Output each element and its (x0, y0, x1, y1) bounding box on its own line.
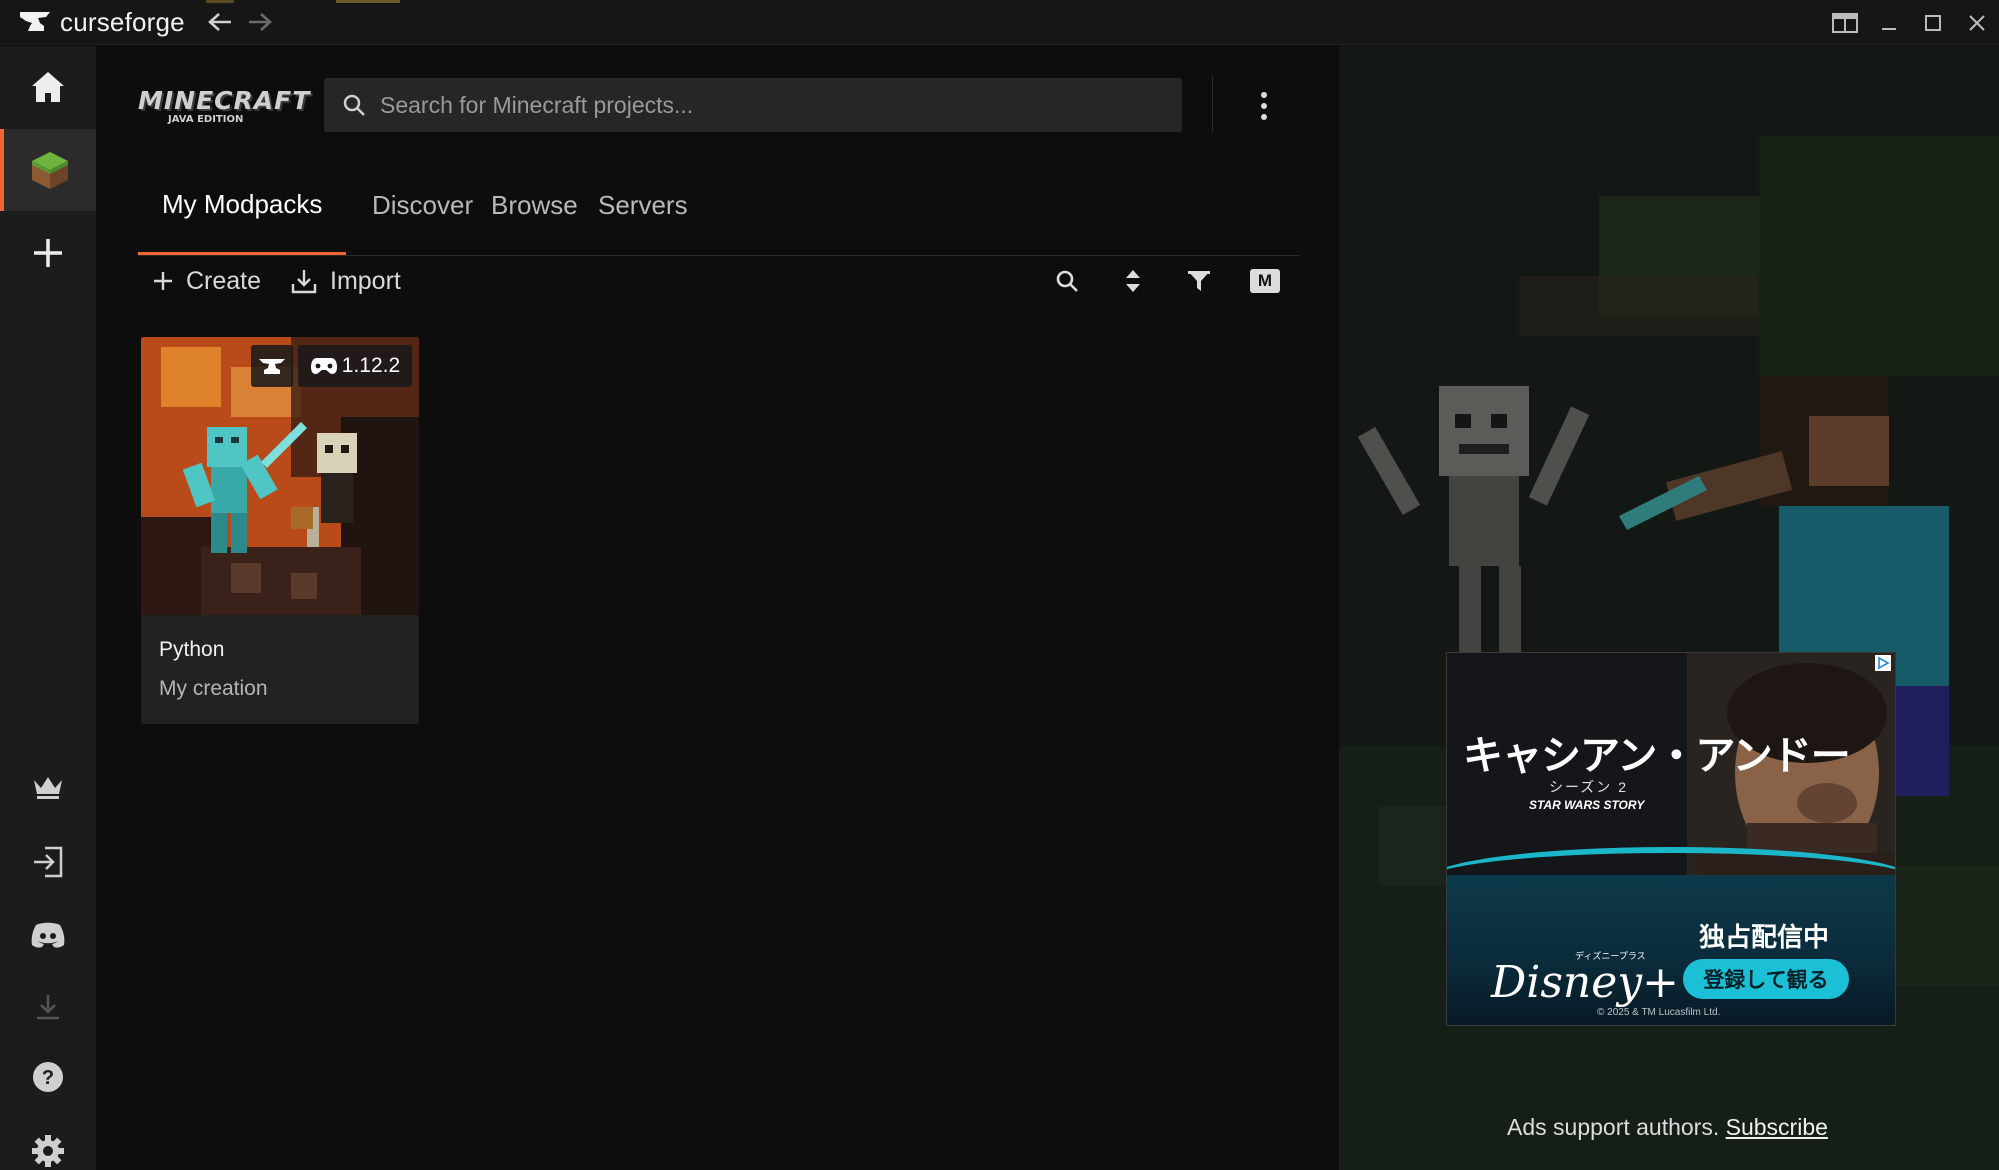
create-button[interactable]: Create (152, 246, 261, 316)
more-vertical-icon (1261, 92, 1267, 120)
window-controls (1823, 0, 1999, 45)
more-options-button[interactable] (1244, 86, 1284, 126)
back-button[interactable] (205, 7, 235, 37)
ad-choices-icon[interactable] (1875, 655, 1891, 671)
game-version: 1.12.2 (341, 354, 401, 377)
home-icon (32, 72, 64, 102)
ad-copyright: © 2025 & TM Lucasfilm Ltd. (1597, 1007, 1721, 1018)
search-icon (343, 94, 365, 116)
close-button[interactable] (1955, 0, 1999, 45)
minimize-icon (1882, 27, 1896, 30)
ad-disney-logo: Disney+ (1491, 957, 1680, 1008)
advertisement[interactable]: キャシアン・アンドー シーズン 2 STAR WARS STORY ディズニープ… (1446, 652, 1896, 1026)
search-modpacks-button[interactable] (1048, 262, 1086, 300)
ad-cta-button[interactable]: 登録して観る (1683, 959, 1849, 999)
search-bar[interactable] (324, 78, 1182, 132)
forward-arrow-icon (248, 13, 272, 31)
plus-icon (34, 239, 62, 267)
ad-title: キャシアン・アンドー (1463, 734, 1851, 778)
close-icon (1969, 14, 1985, 31)
main-content: MINECRAFT JAVA EDITION My Modpacks Disco… (96, 46, 1339, 1170)
gear-icon (32, 1135, 64, 1167)
modpack-toolbar: Create Import M (138, 246, 1300, 316)
minimize-button[interactable] (1867, 0, 1911, 45)
ad-footer: ディズニープラス Disney+ 独占配信中 登録して観る © 2025 & T… (1447, 847, 1895, 1025)
search-icon (1056, 270, 1078, 292)
anvil-icon (259, 359, 285, 374)
tab-bar: My Modpacks Discover Browse Servers (138, 156, 1300, 256)
subscribe-link[interactable]: Subscribe (1726, 1114, 1828, 1140)
sidebar-item-help[interactable]: ? (0, 1036, 96, 1118)
title-bar: curseforge (0, 0, 1999, 45)
sort-button[interactable] (1114, 262, 1152, 300)
sidebar-item-add-game[interactable] (0, 212, 96, 294)
layout-button[interactable] (1823, 0, 1867, 45)
ads-note-text: Ads support authors. (1507, 1114, 1720, 1140)
sidebar-item-premium[interactable] (0, 746, 96, 828)
svg-text:?: ? (42, 1067, 54, 1089)
tab-indicator (206, 0, 234, 3)
curseforge-logo-icon (20, 12, 50, 31)
modpack-card[interactable]: 1.12.2 Python My creation (141, 337, 419, 724)
import-icon (291, 270, 317, 294)
logo-title: MINECRAFT (138, 86, 311, 115)
tab-my-modpacks[interactable]: My Modpacks (138, 156, 347, 255)
sidebar-item-login[interactable] (0, 821, 96, 903)
forward-button[interactable] (245, 7, 275, 37)
curseforge-app: curseforge ? MINECRAFT JAVA EDITION Sear… (0, 0, 1999, 1170)
import-label: Import (330, 266, 401, 295)
gamepad-icon (310, 358, 337, 374)
create-label: Create (186, 266, 262, 295)
sort-icon (1126, 270, 1140, 292)
ads-support-note: Ads support authors. Subscribe (1507, 1114, 1828, 1141)
modpack-thumbnail: 1.12.2 (141, 337, 419, 615)
game-version-badge: 1.12.2 (298, 345, 412, 387)
view-mode-badge: M (1250, 269, 1280, 293)
sidebar-item-discord[interactable] (0, 894, 96, 976)
view-mode-button[interactable]: M (1246, 262, 1284, 300)
brand: curseforge (18, 7, 185, 38)
view-mode-label: M (1257, 271, 1273, 290)
ad-season: シーズン 2 (1549, 779, 1628, 795)
ad-brand-line: STAR WARS STORY (1529, 798, 1645, 812)
modpack-title: Python (159, 638, 225, 661)
login-icon (34, 846, 63, 878)
filter-button[interactable] (1180, 262, 1218, 300)
layout-icon (1832, 12, 1858, 33)
search-input[interactable] (380, 91, 1160, 119)
mod-loader-badge (251, 345, 293, 387)
back-arrow-icon (207, 13, 231, 31)
app-title: curseforge (60, 6, 185, 37)
maximize-button[interactable] (1911, 0, 1955, 45)
modpack-author: My creation (159, 677, 268, 700)
sidebar-item-minecraft[interactable] (0, 129, 96, 211)
filter-icon (1188, 271, 1210, 291)
sidebar-item-settings[interactable] (0, 1110, 96, 1170)
import-button[interactable]: Import (290, 246, 401, 316)
right-panel: キャシアン・アンドー シーズン 2 STAR WARS STORY ディズニープ… (1339, 46, 1999, 1170)
discord-icon (31, 922, 65, 948)
download-icon (37, 995, 59, 1020)
divider (1212, 76, 1213, 132)
crown-icon (34, 777, 62, 799)
ad-streaming-label: 独占配信中 (1699, 922, 1830, 952)
sidebar-item-home[interactable] (0, 46, 96, 128)
help-icon: ? (33, 1062, 63, 1092)
logo-subtitle: JAVA EDITION (168, 114, 244, 125)
tab-servers[interactable]: Servers (574, 156, 712, 255)
minecraft-grass-block-icon (32, 152, 68, 189)
tab-indicator (336, 0, 400, 3)
minecraft-java-logo: MINECRAFT JAVA EDITION (138, 86, 311, 128)
plus-icon (154, 272, 172, 290)
sidebar: ? (0, 46, 96, 1170)
maximize-icon (1925, 14, 1941, 31)
